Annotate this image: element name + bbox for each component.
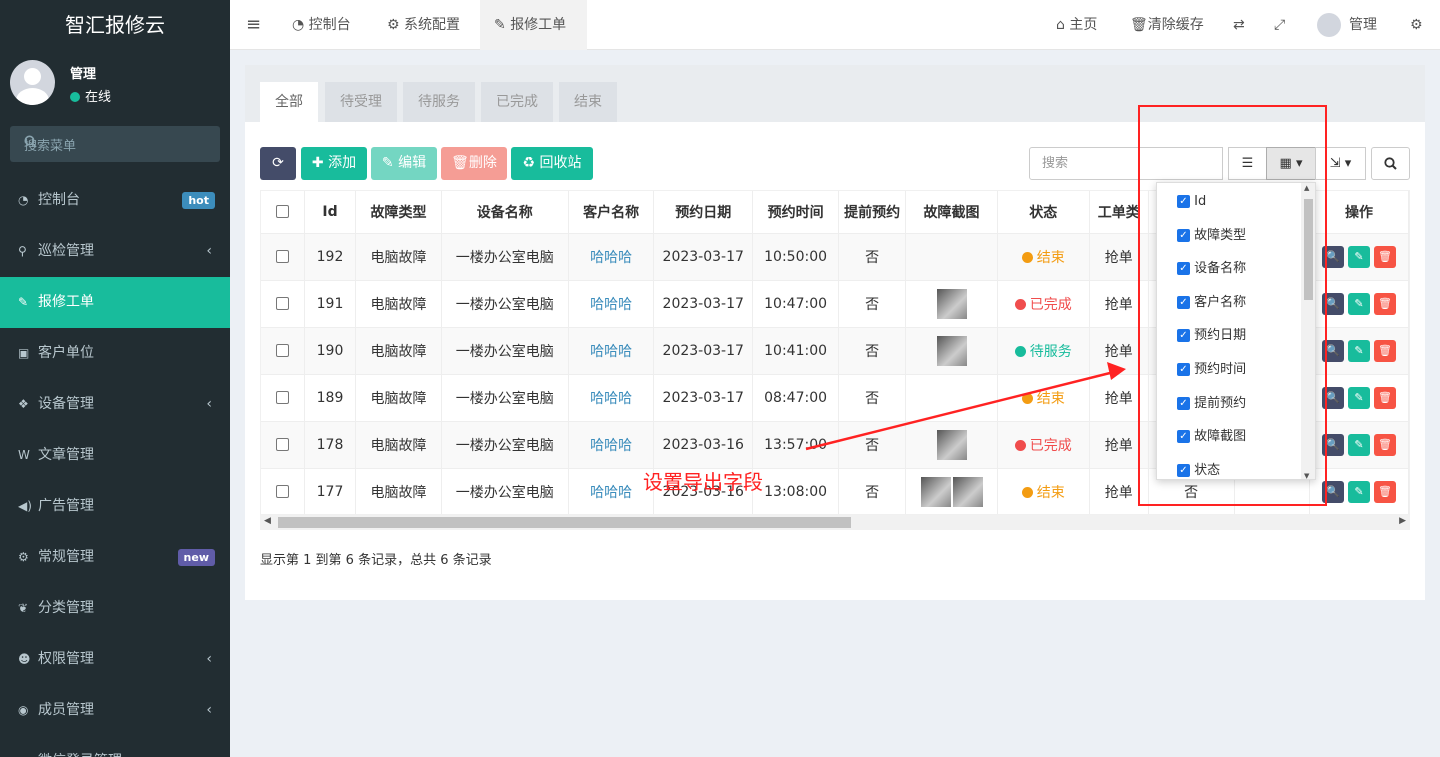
annotation-arrow [805, 362, 1126, 451]
annotation-text: 设置导出字段 [643, 470, 763, 494]
